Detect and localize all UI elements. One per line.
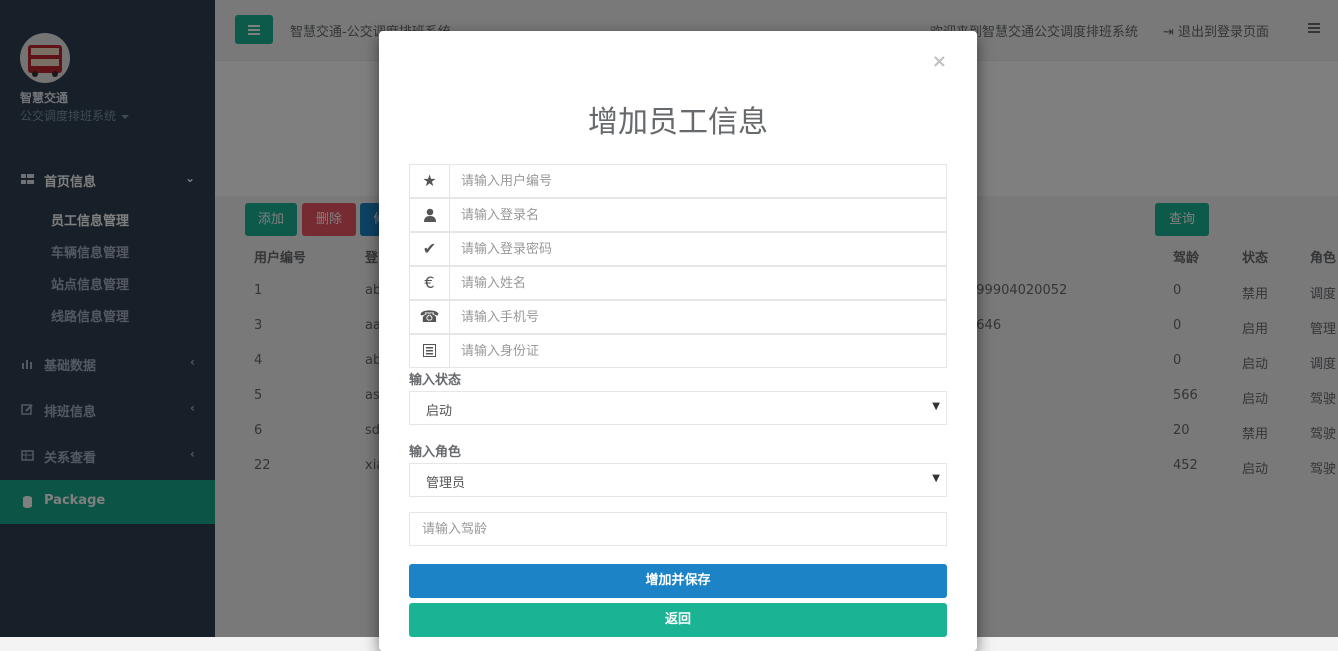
phone-group: ☎ — [409, 300, 947, 334]
password-input[interactable] — [450, 233, 946, 265]
save-button[interactable]: 增加并保存 — [409, 564, 947, 598]
phone-icon: ☎ — [410, 301, 450, 333]
driving-age-input[interactable] — [410, 513, 946, 545]
id-card-group — [409, 334, 947, 368]
name-input[interactable] — [450, 267, 946, 299]
name-group: € — [409, 266, 947, 300]
euro-icon: € — [410, 267, 450, 299]
login-name-input[interactable] — [450, 199, 946, 231]
driving-age-group — [409, 512, 947, 546]
caret-down-icon: ▼ — [932, 473, 940, 484]
star-icon: ★ — [410, 165, 450, 197]
modal-title: 增加员工信息 — [588, 105, 768, 140]
back-button[interactable]: 返回 — [409, 603, 947, 637]
status-select-value: 启动 — [426, 404, 453, 419]
caret-down-icon: ▼ — [932, 401, 940, 412]
role-select-value: 管理员 — [426, 476, 466, 491]
check-icon: ✔ — [410, 233, 450, 265]
list-icon — [410, 335, 450, 367]
status-label: 输入状态 — [409, 373, 462, 388]
phone-input[interactable] — [450, 301, 946, 333]
role-label: 输入角色 — [409, 445, 462, 460]
id-card-input[interactable] — [450, 335, 946, 367]
role-select[interactable]: 管理员 ▼ — [409, 463, 947, 497]
password-group: ✔ — [409, 232, 947, 266]
login-name-group — [409, 198, 947, 232]
user-id-input[interactable] — [450, 165, 946, 197]
user-id-group: ★ — [409, 164, 947, 198]
user-icon — [410, 199, 450, 231]
add-employee-modal: × 增加员工信息 ★ ✔ € ☎ 输入状态 启动 ▼ 输入角色 管理员 ▼ — [379, 31, 977, 651]
close-button[interactable]: × — [932, 51, 947, 72]
status-select[interactable]: 启动 ▼ — [409, 391, 947, 425]
